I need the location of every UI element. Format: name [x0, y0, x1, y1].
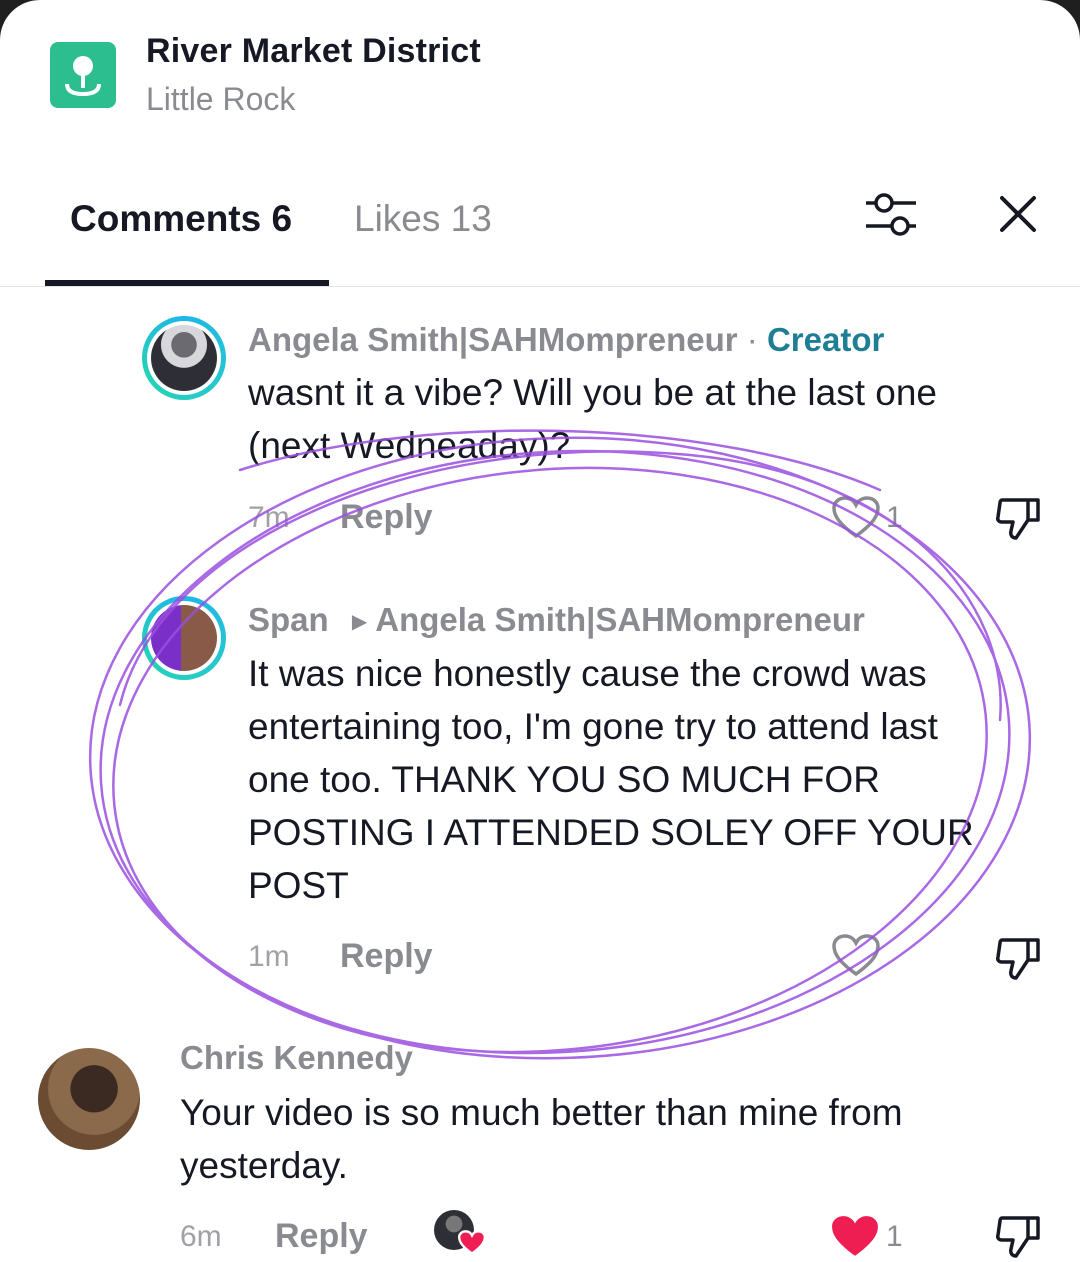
dislike-icon[interactable]	[994, 934, 1042, 982]
location-header[interactable]: River Market District Little Rock	[50, 32, 481, 117]
comment-time: 7m	[248, 501, 290, 534]
location-subtitle: Little Rock	[146, 81, 296, 117]
author-name[interactable]: Span	[248, 601, 329, 638]
reply-button[interactable]: Reply	[275, 1216, 368, 1256]
active-tab-indicator	[45, 280, 329, 286]
tab-likes[interactable]: Likes 13	[354, 195, 492, 243]
comment-text: It was nice honestly cause the crowd was…	[248, 653, 974, 906]
location-title: River Market District	[146, 32, 481, 70]
dislike-icon[interactable]	[994, 494, 1042, 542]
comment-author[interactable]: Chris Kennedy	[180, 1038, 413, 1078]
comment-text: Your video is so much better than mine f…	[180, 1092, 903, 1186]
reply-to-name[interactable]: Angela Smith|SAHMompreneur	[375, 601, 865, 638]
avatar[interactable]	[38, 1048, 140, 1150]
comment-text: wasnt it a vibe? Will you be at the last…	[248, 372, 937, 466]
creator-liked-avatar	[434, 1210, 488, 1260]
heart-filled-icon[interactable]	[830, 1214, 878, 1258]
reply-button[interactable]: Reply	[340, 936, 433, 976]
tab-comments[interactable]: Comments 6	[70, 195, 292, 243]
reply-arrow-icon: ▶	[351, 611, 368, 634]
comment-time: 1m	[248, 940, 290, 973]
heart-outline-icon[interactable]	[832, 496, 880, 540]
comment-time: 6m	[180, 1220, 222, 1253]
author-separator: ·	[737, 321, 767, 358]
location-pin-icon	[50, 42, 116, 108]
author-name[interactable]: Angela Smith|SAHMompreneur	[248, 321, 738, 358]
avatar[interactable]	[142, 596, 226, 680]
sliders-icon[interactable]	[862, 190, 920, 240]
creator-badge: Creator	[766, 321, 885, 358]
heart-outline-icon[interactable]	[832, 934, 880, 978]
reply-button[interactable]: Reply	[340, 497, 433, 537]
close-icon[interactable]	[994, 190, 1042, 238]
comment-author[interactable]: Angela Smith|SAHMompreneur · Creator	[248, 320, 884, 360]
like-count: 1	[886, 501, 903, 534]
comment-author[interactable]: Span ▶ Angela Smith|SAHMompreneur	[248, 600, 865, 642]
like-count: 1	[886, 1220, 903, 1253]
avatar[interactable]	[142, 316, 226, 400]
dislike-icon[interactable]	[994, 1212, 1042, 1260]
comments-sheet: River Market District Little Rock Commen…	[0, 0, 1080, 1262]
